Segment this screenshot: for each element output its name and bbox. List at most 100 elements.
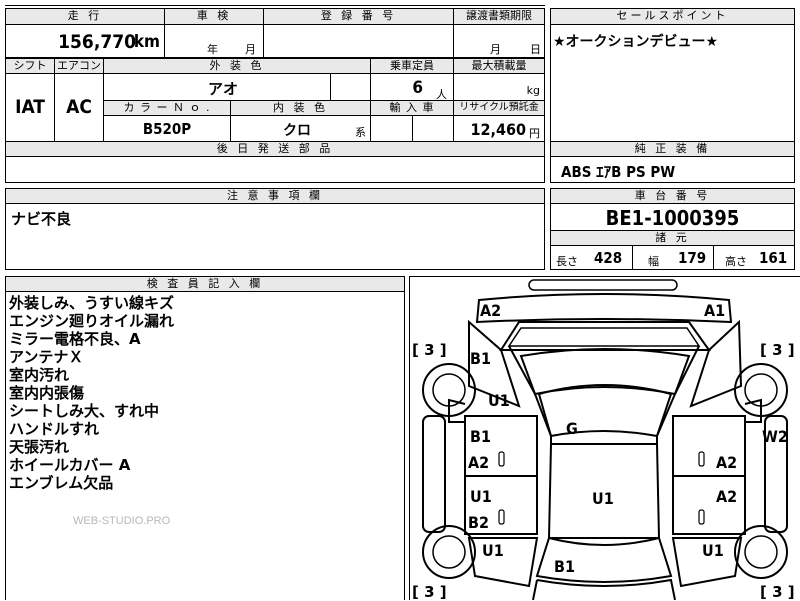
- height-label: 高さ: [725, 255, 747, 268]
- inspection-year-unit: 年: [207, 43, 218, 56]
- inspector-notes-list: 外装しみ、うすい線キズ エンジン廻りオイル漏れ ミラー電格不良、A アンテナＸ …: [9, 294, 174, 492]
- car-diagram: [422, 279, 788, 600]
- mark-quarter-left: U1: [482, 541, 504, 560]
- registration-cell: [263, 24, 454, 58]
- inspection-header: 車 検: [164, 8, 264, 25]
- mark-tire-fr: [ 3 ]: [760, 341, 795, 359]
- shift-header: シフト: [5, 58, 55, 74]
- inspector-note: ミラー電格不良、A: [9, 330, 141, 348]
- mark-front-right: A1: [704, 301, 726, 320]
- mark-door-rl-2: B2: [468, 513, 489, 532]
- inspector-note: 室内内張傷: [9, 384, 85, 402]
- top-cut-strip: [5, 0, 545, 6]
- registration-header: 登 録 番 号: [263, 8, 454, 25]
- interior-color-suffix: 系: [355, 126, 366, 139]
- later-parts-cell: [5, 156, 545, 183]
- mark-fender-left: B1: [470, 349, 491, 368]
- mark-fender-left-2: U1: [488, 391, 510, 410]
- color-no-header: カ ラ ー Ｎ ｏ .: [103, 100, 231, 116]
- mark-door-fl-1: B1: [470, 427, 491, 446]
- capacity-header: 乗車定員: [370, 58, 454, 74]
- transfer-month-unit: 月: [490, 43, 501, 56]
- inspection-cell: 年 月: [164, 24, 264, 58]
- mark-door-fr: A2: [716, 453, 738, 472]
- chassis-header: 車 台 番 号: [550, 188, 795, 204]
- inspector-note: 外装しみ、うすい線キズ: [9, 294, 175, 312]
- capacity-value: 6: [412, 78, 423, 98]
- equipment-header: 純 正 装 備: [550, 141, 795, 157]
- aircon-cell: AC: [54, 73, 104, 142]
- import-header: 輸 入 車: [370, 100, 454, 116]
- transfer-deadline-cell: 月 日: [453, 24, 545, 58]
- inspector-note: エンジン廻りオイル漏れ: [9, 312, 175, 330]
- max-load-cell: kg: [453, 73, 545, 101]
- sales-point-cell: ★オークションデビュー★: [550, 24, 795, 142]
- later-parts-header: 後 日 発 送 部 品: [5, 141, 545, 157]
- interior-color-value: クロ: [283, 123, 311, 139]
- load-unit: kg: [526, 84, 540, 97]
- inspector-note: ハンドルすれ: [9, 420, 100, 438]
- caution-text: ナビ不良: [11, 210, 72, 228]
- mark-quarter-right: U1: [702, 541, 724, 560]
- mark-tire-rl: [ 3 ]: [412, 583, 447, 601]
- color-no-cell: B520P: [103, 115, 231, 142]
- caution-header: 注 意 事 項 欄: [5, 188, 545, 204]
- recycle-value: 12,460: [470, 120, 526, 139]
- dimensions-height-cell: 高さ 161: [713, 245, 795, 270]
- mileage-unit: km: [133, 32, 160, 52]
- sales-point-text: ★オークションデビュー★: [553, 34, 719, 50]
- dimensions-header: 諸 元: [550, 230, 795, 246]
- dimensions-length-cell: 長さ 428: [550, 245, 633, 270]
- recycle-cell: 12,460 円: [453, 115, 545, 142]
- aircon-header: エアコン: [54, 58, 104, 74]
- mark-tire-fl: [ 3 ]: [412, 341, 447, 359]
- length-label: 長さ: [556, 255, 578, 268]
- dimensions-width-cell: 幅 179: [632, 245, 714, 270]
- sales-point-header: セールスポイント: [550, 8, 795, 25]
- interior-color-cell: クロ 系: [230, 115, 371, 142]
- capacity-cell: 6 人: [370, 73, 454, 101]
- inspector-header: 検 査 員 記 入 欄: [5, 276, 405, 292]
- equipment-text: ABS ｴｱB PS PW: [561, 163, 676, 181]
- recycle-unit: 円: [529, 127, 540, 140]
- chassis-value: BE1-1000395: [605, 206, 740, 230]
- aircon-value: AC: [66, 96, 92, 118]
- exterior-color-cell: アオ: [103, 73, 331, 101]
- mark-windshield: G: [566, 419, 578, 438]
- mark-roof: U1: [592, 489, 614, 508]
- mark-front-left: A2: [480, 301, 502, 320]
- import-cell-left: [370, 115, 413, 142]
- mark-door-rr: A2: [716, 487, 738, 506]
- mileage-header: 走 行: [5, 8, 165, 25]
- caution-cell: ナビ不良: [5, 203, 545, 270]
- import-cell-right: [412, 115, 454, 142]
- transfer-deadline-header: 譲渡書類期限: [453, 8, 545, 25]
- inspector-note: アンテナＸ: [9, 348, 84, 366]
- exterior-color-header: 外 装 色: [103, 58, 371, 74]
- interior-color-header: 内 装 色: [230, 100, 371, 116]
- mark-rear: B1: [554, 557, 575, 576]
- shift-value: IAT: [15, 96, 45, 118]
- mileage-cell: 156,770 km: [5, 24, 165, 58]
- inspector-note: ホイールカバー A: [9, 456, 131, 474]
- exterior-color-value: アオ: [208, 80, 239, 98]
- mark-door-rl-1: U1: [470, 487, 492, 506]
- mark-door-fl-2: A2: [468, 453, 490, 472]
- inspector-note: 天張汚れ: [9, 438, 70, 456]
- equipment-cell: ABS ｴｱB PS PW: [550, 156, 795, 183]
- color-no-value: B520P: [142, 120, 192, 138]
- inspector-note: 室内汚れ: [9, 366, 70, 384]
- mileage-value: 156,770: [58, 31, 136, 53]
- inspector-note: エンブレム欠品: [9, 474, 114, 492]
- inspector-note: シートしみ大、すれ中: [9, 402, 160, 420]
- mark-tire-rr: [ 3 ]: [760, 583, 795, 601]
- inspector-notes-cell: 外装しみ、うすい線キズ エンジン廻りオイル漏れ ミラー電格不良、A アンテナＸ …: [5, 291, 405, 600]
- height-value: 161: [759, 249, 788, 267]
- transfer-day-unit: 日: [530, 43, 541, 56]
- chassis-cell: BE1-1000395: [550, 203, 795, 231]
- mark-side-right: W2: [762, 427, 788, 446]
- recycle-header: リサイクル預託金: [453, 100, 545, 116]
- shift-cell: IAT: [5, 73, 55, 142]
- watermark: WEB-STUDIO.PRO: [73, 515, 171, 527]
- car-diagram-frame: A2 A1 [ 3 ] [ 3 ] B1 U1 G B1 A2 W2 A2 U1…: [409, 276, 800, 601]
